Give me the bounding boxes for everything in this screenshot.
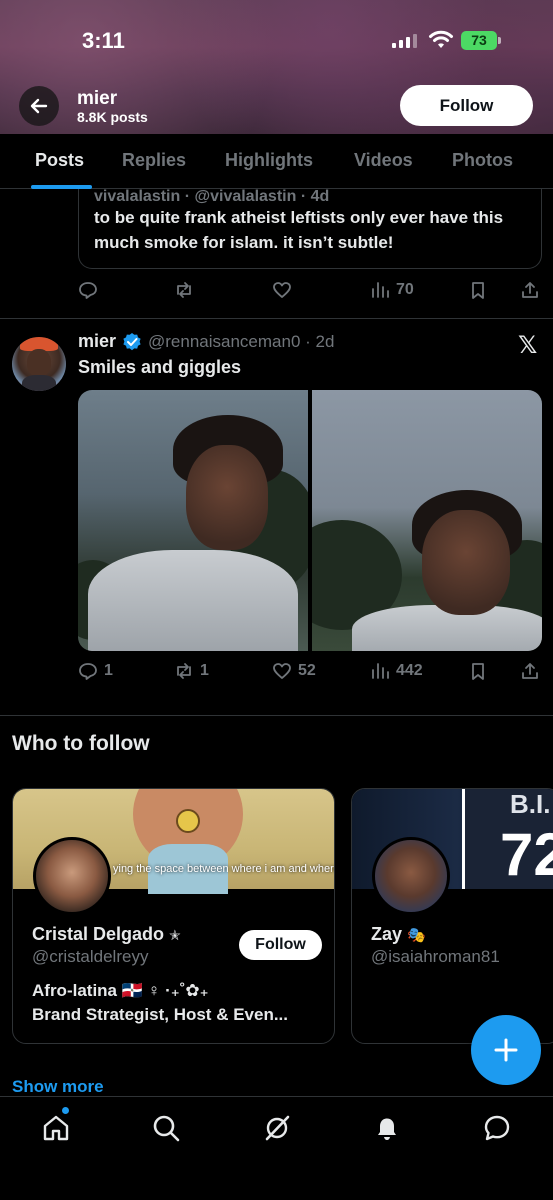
post-actions: 1 1 52 442 xyxy=(78,661,548,685)
masks-badge-icon: 🎭 xyxy=(407,927,426,944)
post-handle-time: @rennaisanceman0 · 2d xyxy=(148,332,334,352)
messages-icon[interactable] xyxy=(482,1113,512,1143)
repost-button[interactable]: 1 xyxy=(174,661,209,681)
banner-text: B.I. xyxy=(510,789,551,819)
repost-icon xyxy=(177,663,191,679)
show-more-link[interactable]: Show more xyxy=(12,1077,104,1097)
share-icon xyxy=(522,663,538,679)
card-bio-line-1: Afro-latina 🇩🇴 ♀ ·₊˚✿₊ xyxy=(32,981,209,1000)
header-post-count: 8.8K posts xyxy=(77,109,148,125)
who-to-follow-title: Who to follow xyxy=(12,732,150,755)
avatar[interactable] xyxy=(33,837,111,915)
reply-count: 1 xyxy=(104,662,113,679)
card-follow-button[interactable]: Follow xyxy=(239,930,322,960)
post-time: · 2d xyxy=(305,332,335,351)
quoted-post-text: to be quite frank atheist leftists only … xyxy=(94,208,504,252)
verified-icon xyxy=(123,333,141,351)
tab-posts[interactable]: Posts xyxy=(35,150,84,171)
post-media[interactable] xyxy=(78,390,542,651)
reply-button[interactable]: 1 xyxy=(78,661,113,681)
card-handle: @isaiahroman81 xyxy=(371,947,500,966)
card-handle: @cristaldelreyy xyxy=(32,947,149,966)
card-name-text: Zay xyxy=(371,924,403,944)
share-icon xyxy=(522,282,538,298)
views-icon xyxy=(372,663,389,679)
active-tab-indicator xyxy=(31,185,92,189)
notification-dot xyxy=(62,1107,69,1114)
status-bar: 3:11 73 xyxy=(0,0,553,84)
search-icon[interactable] xyxy=(151,1113,181,1143)
post-actions-previous: 70 xyxy=(78,280,548,304)
post-divider xyxy=(0,318,553,319)
like-count: 52 xyxy=(298,662,316,679)
post-photo-1[interactable] xyxy=(78,390,308,651)
post-handle: @rennaisanceman0 xyxy=(148,332,301,351)
share-button[interactable] xyxy=(520,280,540,300)
home-icon[interactable] xyxy=(41,1113,71,1143)
section-divider xyxy=(0,715,553,716)
follow-suggestion-card[interactable]: ying the space between where i am and wh… xyxy=(12,788,335,1044)
post-text: Smiles and giggles xyxy=(78,357,242,377)
bottom-navigation xyxy=(0,1096,553,1200)
repost-icon xyxy=(177,282,191,298)
post-author-name[interactable]: mier xyxy=(78,331,116,352)
reply-button[interactable] xyxy=(78,280,98,300)
reply-icon xyxy=(79,282,97,299)
wifi-icon xyxy=(429,30,453,48)
card-bio: Afro-latina 🇩🇴 ♀ ·₊˚✿₊ Brand Strategist,… xyxy=(32,979,288,1027)
avatar[interactable] xyxy=(12,337,66,391)
views-icon xyxy=(372,282,389,298)
back-arrow-icon xyxy=(30,98,48,114)
plus-icon xyxy=(494,1038,518,1062)
post-photo-2[interactable] xyxy=(312,390,542,651)
like-icon xyxy=(273,663,291,679)
repost-count: 1 xyxy=(200,662,209,679)
bookmark-button[interactable] xyxy=(468,661,488,681)
x-logo-icon: 𝕏 xyxy=(518,332,538,359)
banner-caption: ying the space between where i am and wh… xyxy=(113,863,334,875)
compose-button[interactable] xyxy=(471,1015,541,1085)
views-count: 70 xyxy=(396,281,414,298)
cellular-signal-icon xyxy=(392,34,417,48)
profile-tabs: Posts Replies Highlights Videos Photos xyxy=(0,134,553,189)
like-icon xyxy=(273,282,291,298)
views-button[interactable]: 442 xyxy=(370,661,423,681)
repost-button[interactable] xyxy=(174,280,194,300)
follow-button[interactable]: Follow xyxy=(400,85,533,126)
bookmark-icon xyxy=(472,663,484,680)
follow-suggestion-card[interactable]: B.I. 72 Zay 🎭 @isaiahroman81 xyxy=(351,788,553,1044)
tab-photos[interactable]: Photos xyxy=(452,150,513,171)
header-profile-name: mier xyxy=(77,88,118,109)
like-button[interactable]: 52 xyxy=(272,661,316,681)
star-badge-icon: ✭ xyxy=(169,927,181,943)
share-button[interactable] xyxy=(520,661,540,681)
tab-highlights[interactable]: Highlights xyxy=(225,150,313,171)
bookmark-icon xyxy=(472,282,484,299)
avatar[interactable] xyxy=(372,837,450,915)
quoted-post-header: vivalalastin · @vivalalastin · 4d xyxy=(94,188,330,205)
tab-replies[interactable]: Replies xyxy=(122,150,186,171)
card-name-text: Cristal Delgado xyxy=(32,924,165,944)
tab-videos[interactable]: Videos xyxy=(354,150,413,171)
card-bio-line-2: Brand Strategist, Host & Even... xyxy=(32,1005,288,1024)
battery-indicator: 73 xyxy=(461,31,497,50)
banner-number: 72 xyxy=(500,821,553,888)
reply-icon xyxy=(79,663,97,680)
notifications-icon[interactable] xyxy=(372,1113,402,1143)
grok-icon[interactable] xyxy=(262,1113,292,1143)
bookmark-button[interactable] xyxy=(468,280,488,300)
like-button[interactable] xyxy=(272,280,292,300)
battery-nub xyxy=(498,37,501,44)
card-name: Cristal Delgado ✭ xyxy=(32,924,181,945)
views-button[interactable]: 70 xyxy=(370,280,414,300)
back-button[interactable] xyxy=(19,86,59,126)
card-name: Zay 🎭 xyxy=(371,924,426,945)
views-count: 442 xyxy=(396,662,423,679)
status-time: 3:11 xyxy=(82,28,125,53)
